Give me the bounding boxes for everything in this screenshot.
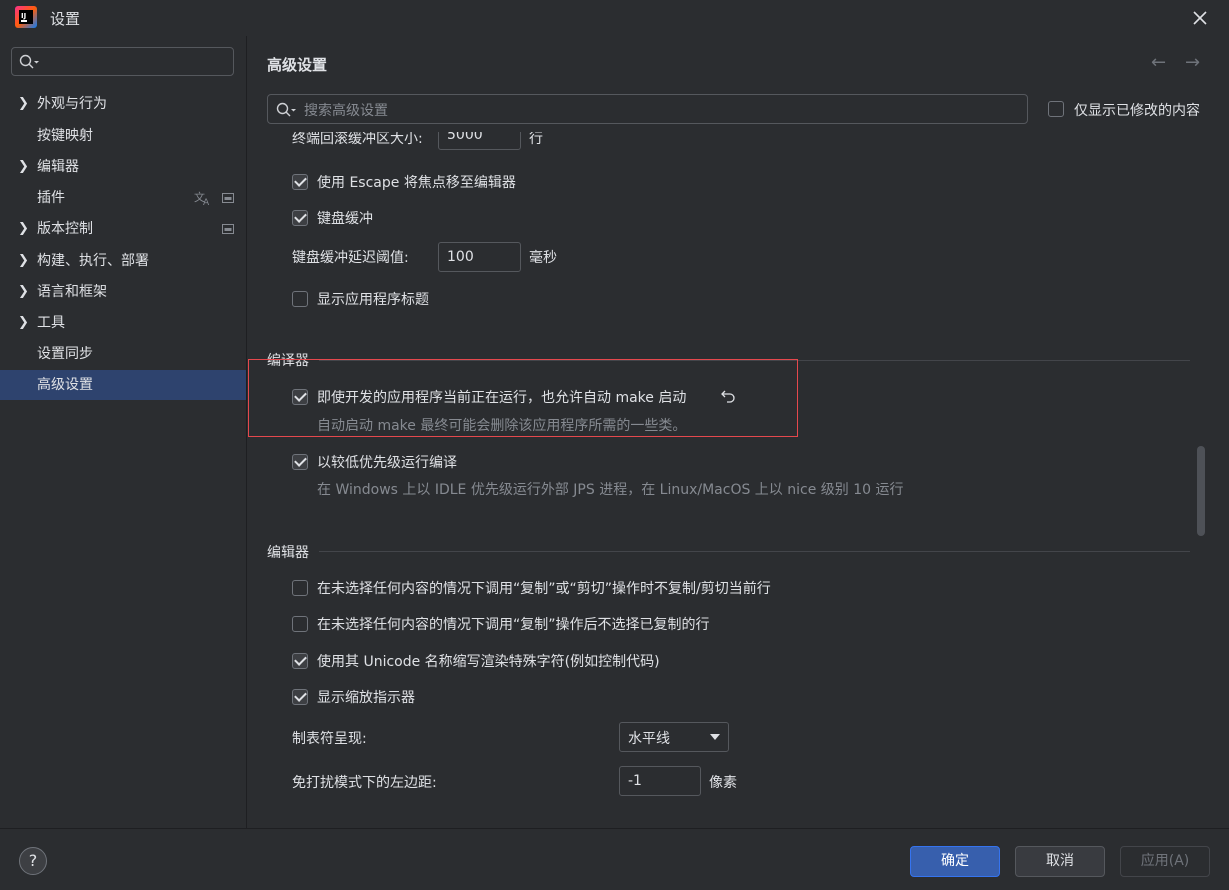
forward-arrow-icon[interactable]: → — [1185, 52, 1200, 73]
reset-icon[interactable] — [720, 388, 736, 404]
ok-button[interactable]: 确定 — [910, 846, 1000, 877]
terminal-buffer-input[interactable]: 5000 — [438, 132, 521, 150]
translate-icon: 文 A — [194, 190, 210, 206]
settings-main-panel: 高级设置 ← → 搜索高级设置 仅显示已修改的内容 终端回滚缓冲区大小: 500… — [247, 36, 1229, 828]
svg-text:A: A — [203, 198, 210, 206]
intellij-logo-icon: IJ — [15, 6, 37, 28]
keyboard-buffer-label: 键盘缓冲 — [317, 211, 373, 227]
sidebar-item-settings-sync[interactable]: 设置同步 — [0, 339, 246, 369]
low-priority-label: 以较低优先级运行编译 — [317, 455, 457, 471]
escape-focus-label: 使用 Escape 将焦点移至编辑器 — [317, 175, 516, 191]
auto-make-hint: 自动启动 make 最终可能会删除该应用程序所需的一些类。 — [317, 418, 687, 434]
sidebar-item-vcs[interactable]: ❯ 版本控制 — [0, 214, 246, 244]
sidebar-item-tools[interactable]: ❯ 工具 — [0, 308, 246, 338]
project-settings-icon — [222, 193, 234, 203]
title-bar: IJ 设置 — [0, 0, 1229, 36]
search-placeholder: 搜索高级设置 — [304, 103, 388, 119]
chevron-right-icon: ❯ — [18, 159, 29, 174]
sidebar-item-editor[interactable]: ❯ 编辑器 — [0, 152, 246, 182]
tab-render-label: 制表符呈现: — [292, 731, 367, 747]
settings-content: 终端回滚缓冲区大小: 5000 行 使用 Escape 将焦点移至编辑器 键盘缓… — [247, 132, 1229, 828]
keyboard-delay-label: 键盘缓冲延迟阈值: — [292, 250, 409, 266]
no-select-copied-label: 在未选择任何内容的情况下调用“复制”操作后不选择已复制的行 — [317, 617, 710, 633]
low-priority-hint: 在 Windows 上以 IDLE 优先级运行外部 JPS 进程，在 Linux… — [317, 482, 904, 498]
content-scrollbar[interactable] — [1197, 446, 1205, 536]
sidebar-item-plugins[interactable]: 插件 文 A — [0, 183, 246, 213]
zoom-indicator-label: 显示缩放指示器 — [317, 690, 415, 706]
sidebar-search-input[interactable] — [11, 47, 234, 76]
keyboard-delay-input[interactable]: 100 — [438, 242, 521, 272]
sidebar-item-keymap[interactable]: 按键映射 — [0, 121, 246, 151]
sidebar-item-appearance[interactable]: ❯ 外观与行为 — [0, 89, 246, 119]
no-copy-line-checkbox[interactable] — [292, 580, 308, 596]
show-app-title-label: 显示应用程序标题 — [317, 292, 429, 308]
left-margin-label: 免打扰模式下的左边距: — [292, 775, 437, 791]
tab-render-dropdown[interactable]: 水平线 — [619, 722, 729, 752]
chevron-right-icon: ❯ — [18, 253, 29, 268]
keyboard-buffer-checkbox[interactable] — [292, 210, 308, 226]
unicode-render-checkbox[interactable] — [292, 653, 308, 669]
no-select-copied-checkbox[interactable] — [292, 616, 308, 632]
apply-button[interactable]: 应用(A) — [1120, 846, 1210, 877]
page-title: 高级设置 — [267, 56, 328, 74]
chevron-right-icon: ❯ — [18, 221, 29, 236]
dialog-footer: ? 确定 取消 应用(A) — [0, 828, 1229, 890]
project-settings-icon — [222, 224, 234, 234]
advanced-search-input[interactable]: 搜索高级设置 — [267, 94, 1028, 124]
settings-sidebar: ❯ 外观与行为 按键映射 ❯ 编辑器 插件 文 A ❯ 版本控制 ❯ 构建、执行… — [0, 36, 246, 828]
left-margin-unit: 像素 — [709, 775, 737, 791]
help-button[interactable]: ? — [19, 847, 47, 875]
cancel-button[interactable]: 取消 — [1015, 846, 1105, 877]
sidebar-item-build[interactable]: ❯ 构建、执行、部署 — [0, 246, 246, 276]
search-icon — [19, 54, 39, 69]
no-copy-line-label: 在未选择任何内容的情况下调用“复制”或“剪切”操作时不复制/剪切当前行 — [317, 581, 771, 597]
keyboard-delay-unit: 毫秒 — [529, 250, 557, 266]
close-icon[interactable] — [1190, 8, 1210, 28]
unicode-render-label: 使用其 Unicode 名称缩写渲染特殊字符(例如控制代码) — [317, 654, 660, 670]
auto-make-label: 即使开发的应用程序当前正在运行，也允许自动 make 启动 — [317, 390, 687, 406]
chevron-right-icon: ❯ — [18, 315, 29, 330]
low-priority-checkbox[interactable] — [292, 454, 308, 470]
chevron-right-icon: ❯ — [18, 284, 29, 299]
editor-section-title: 编辑器 — [267, 545, 309, 561]
window-title: 设置 — [50, 10, 81, 28]
left-margin-input[interactable]: -1 — [619, 766, 701, 796]
chevron-right-icon: ❯ — [18, 96, 29, 111]
editor-section-divider — [319, 551, 1190, 552]
escape-focus-checkbox[interactable] — [292, 174, 308, 190]
show-modified-label: 仅显示已修改的内容 — [1074, 103, 1200, 119]
sidebar-item-languages[interactable]: ❯ 语言和框架 — [0, 277, 246, 307]
terminal-buffer-unit: 行 — [529, 132, 543, 147]
show-app-title-checkbox[interactable] — [292, 291, 308, 307]
sidebar-item-advanced[interactable]: 高级设置 — [0, 370, 246, 400]
terminal-buffer-label: 终端回滚缓冲区大小: — [292, 132, 423, 147]
chevron-down-icon — [710, 734, 720, 740]
zoom-indicator-checkbox[interactable] — [292, 689, 308, 705]
search-icon — [276, 102, 296, 117]
back-arrow-icon[interactable]: ← — [1151, 52, 1166, 73]
auto-make-checkbox[interactable] — [292, 389, 308, 405]
svg-text:IJ: IJ — [21, 12, 26, 20]
show-modified-checkbox[interactable] — [1048, 101, 1064, 117]
